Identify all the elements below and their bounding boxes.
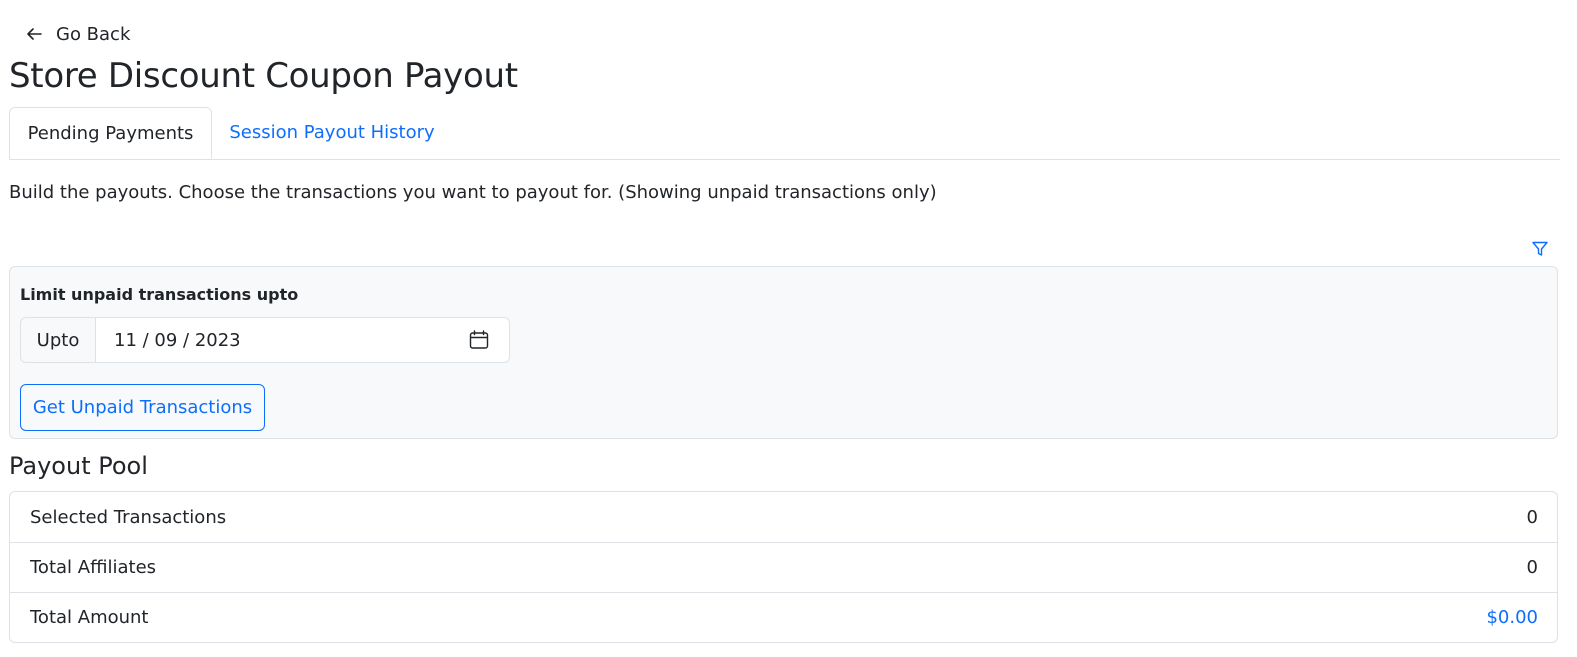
list-item-selected-transactions: Selected Transactions 0 xyxy=(10,492,1557,542)
go-back-label: Go Back xyxy=(56,23,131,45)
filter-panel: Limit unpaid transactions upto Upto 11 /… xyxy=(9,266,1558,439)
list-item-total-amount: Total Amount $0.00 xyxy=(10,592,1557,642)
total-amount-value[interactable]: $0.00 xyxy=(1486,607,1538,628)
date-field[interactable]: 11 / 09 / 2023 xyxy=(96,317,510,363)
arrow-left-icon xyxy=(27,28,42,40)
tab-pending-payments[interactable]: Pending Payments xyxy=(9,107,212,159)
tab-session-payout-history[interactable]: Session Payout History xyxy=(216,107,448,158)
date-value: 11 / 09 / 2023 xyxy=(114,329,241,351)
tab-label: Pending Payments xyxy=(27,122,194,144)
intro-text: Build the payouts. Choose the transactio… xyxy=(9,182,937,203)
payout-pool-list: Selected Transactions 0 Total Affiliates… xyxy=(9,491,1558,643)
tab-label: Session Payout History xyxy=(229,122,435,143)
page-title: Store Discount Coupon Payout xyxy=(9,56,518,96)
calendar-icon[interactable] xyxy=(469,330,489,350)
date-input-group: Upto 11 / 09 / 2023 xyxy=(20,317,510,363)
payout-pool-title: Payout Pool xyxy=(9,452,148,480)
row-label: Selected Transactions xyxy=(30,506,227,528)
row-label: Total Amount xyxy=(30,607,149,628)
upto-addon: Upto xyxy=(20,317,96,363)
row-label: Total Affiliates xyxy=(30,557,157,578)
get-unpaid-transactions-button[interactable]: Get Unpaid Transactions xyxy=(20,384,265,431)
payout-page: Go Back Store Discount Coupon Payout Pen… xyxy=(0,0,1577,657)
go-back-link[interactable]: Go Back xyxy=(24,20,130,48)
tab-bar: Pending Payments Session Payout History xyxy=(9,107,1560,160)
row-value: 0 xyxy=(1526,557,1538,578)
filter-heading: Limit unpaid transactions upto xyxy=(20,285,299,304)
list-item-total-affiliates: Total Affiliates 0 xyxy=(10,542,1557,592)
row-value: 0 xyxy=(1526,506,1538,528)
filter-icon[interactable] xyxy=(1531,240,1549,258)
